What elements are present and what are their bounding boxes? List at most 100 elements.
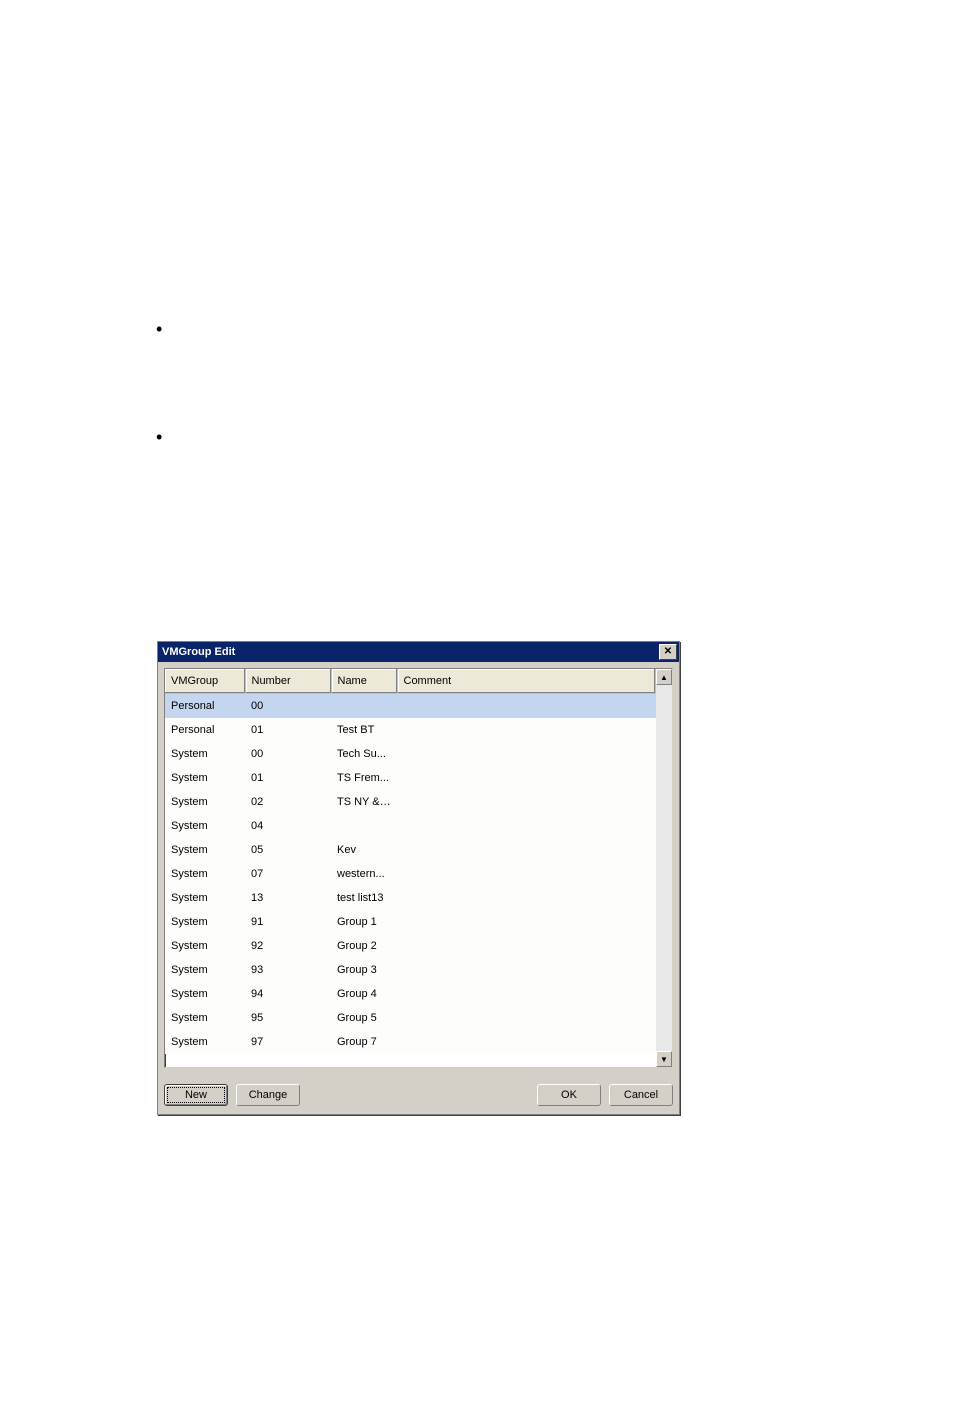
cell-comment [397, 790, 656, 814]
close-button[interactable]: ✕ [659, 644, 677, 660]
cell-comment [397, 1006, 656, 1030]
table-row[interactable]: Personal01Test BT [165, 718, 656, 742]
cell-vmgroup: System [165, 790, 245, 814]
cell-vmgroup: System [165, 886, 245, 910]
cell-number: 00 [245, 742, 331, 766]
table-row[interactable]: System95Group 5 [165, 1006, 656, 1030]
cell-comment [397, 718, 656, 742]
vmgroup-listview[interactable]: VMGroup Number Name Comment Personal00Pe… [164, 668, 673, 1068]
cell-comment [397, 862, 656, 886]
cell-number: 97 [245, 1030, 331, 1054]
cell-comment [397, 1030, 656, 1054]
cell-name: Group 4 [331, 982, 397, 1006]
cell-number: 02 [245, 790, 331, 814]
button-row: New Change OK Cancel [158, 1074, 679, 1114]
cell-vmgroup: Personal [165, 718, 245, 742]
cell-number: 05 [245, 838, 331, 862]
table-row[interactable]: System91Group 1 [165, 910, 656, 934]
cell-comment [397, 838, 656, 862]
col-header-vmgroup[interactable]: VMGroup [165, 669, 245, 694]
cell-number: 07 [245, 862, 331, 886]
cell-vmgroup: System [165, 814, 245, 838]
cell-vmgroup: System [165, 982, 245, 1006]
table-row[interactable]: System97Group 7 [165, 1030, 656, 1054]
dialog-title: VMGroup Edit [162, 646, 659, 658]
scroll-down-button[interactable]: ▼ [656, 1051, 672, 1067]
cell-comment [397, 766, 656, 790]
bullet-item: • [156, 428, 162, 446]
chevron-down-icon: ▼ [660, 1055, 668, 1064]
col-header-name[interactable]: Name [331, 669, 397, 694]
table-row[interactable]: System04 [165, 814, 656, 838]
cell-vmgroup: System [165, 1030, 245, 1054]
cell-vmgroup: System [165, 766, 245, 790]
cell-name: Group 3 [331, 958, 397, 982]
table-row[interactable]: Personal00 [165, 694, 656, 719]
cell-comment [397, 910, 656, 934]
cancel-button[interactable]: Cancel [609, 1084, 673, 1106]
cell-name: Group 2 [331, 934, 397, 958]
cell-name: TS NY &TX [331, 790, 397, 814]
cell-comment [397, 982, 656, 1006]
change-button[interactable]: Change [236, 1084, 300, 1106]
cell-name: Group 5 [331, 1006, 397, 1030]
col-header-comment[interactable]: Comment [397, 669, 656, 694]
table-row[interactable]: System02TS NY &TX [165, 790, 656, 814]
vertical-scrollbar[interactable]: ▲ ▼ [656, 669, 672, 1067]
cell-vmgroup: System [165, 958, 245, 982]
col-header-number[interactable]: Number [245, 669, 331, 694]
cell-vmgroup: System [165, 934, 245, 958]
cell-name: Group 7 [331, 1030, 397, 1054]
table-row[interactable]: System05Kev [165, 838, 656, 862]
cell-vmgroup: System [165, 838, 245, 862]
cell-number: 93 [245, 958, 331, 982]
cell-number: 94 [245, 982, 331, 1006]
table-row[interactable]: System94Group 4 [165, 982, 656, 1006]
cell-number: 95 [245, 1006, 331, 1030]
cell-comment [397, 886, 656, 910]
cell-name: test list13 [331, 886, 397, 910]
table-row[interactable]: System07western... [165, 862, 656, 886]
cell-name [331, 694, 397, 719]
cell-comment [397, 742, 656, 766]
cell-number: 13 [245, 886, 331, 910]
ok-button[interactable]: OK [537, 1084, 601, 1106]
cell-name: Group 1 [331, 910, 397, 934]
cell-vmgroup: System [165, 910, 245, 934]
bullet-item: • [156, 320, 162, 338]
cell-name: TS Frem... [331, 766, 397, 790]
cell-comment [397, 814, 656, 838]
table-row[interactable]: System93Group 3 [165, 958, 656, 982]
close-icon: ✕ [664, 647, 672, 657]
vmgroup-edit-dialog: VMGroup Edit ✕ VMGroup Number [157, 641, 680, 1115]
cell-comment [397, 934, 656, 958]
table-row[interactable]: System01TS Frem... [165, 766, 656, 790]
dialog-body: VMGroup Number Name Comment Personal00Pe… [158, 662, 679, 1074]
cell-comment [397, 694, 656, 719]
cell-name: Kev [331, 838, 397, 862]
table-row[interactable]: System13test list13 [165, 886, 656, 910]
cell-vmgroup: System [165, 742, 245, 766]
cell-vmgroup: System [165, 862, 245, 886]
cell-name: Tech Su... [331, 742, 397, 766]
cell-name: Test BT [331, 718, 397, 742]
cell-vmgroup: System [165, 1006, 245, 1030]
cell-number: 92 [245, 934, 331, 958]
chevron-up-icon: ▲ [660, 673, 668, 682]
table-row[interactable]: System92Group 2 [165, 934, 656, 958]
cell-comment [397, 958, 656, 982]
table-row[interactable]: System00Tech Su... [165, 742, 656, 766]
cell-vmgroup: Personal [165, 694, 245, 719]
titlebar[interactable]: VMGroup Edit ✕ [158, 642, 679, 662]
cell-number: 01 [245, 766, 331, 790]
table-header-row: VMGroup Number Name Comment [165, 669, 656, 694]
scroll-up-button[interactable]: ▲ [656, 669, 672, 685]
cell-number: 00 [245, 694, 331, 719]
spacer [308, 1084, 529, 1106]
cell-number: 91 [245, 910, 331, 934]
cell-name [331, 814, 397, 838]
cell-number: 01 [245, 718, 331, 742]
cell-number: 04 [245, 814, 331, 838]
scroll-track[interactable] [656, 685, 672, 1051]
new-button[interactable]: New [164, 1084, 228, 1106]
